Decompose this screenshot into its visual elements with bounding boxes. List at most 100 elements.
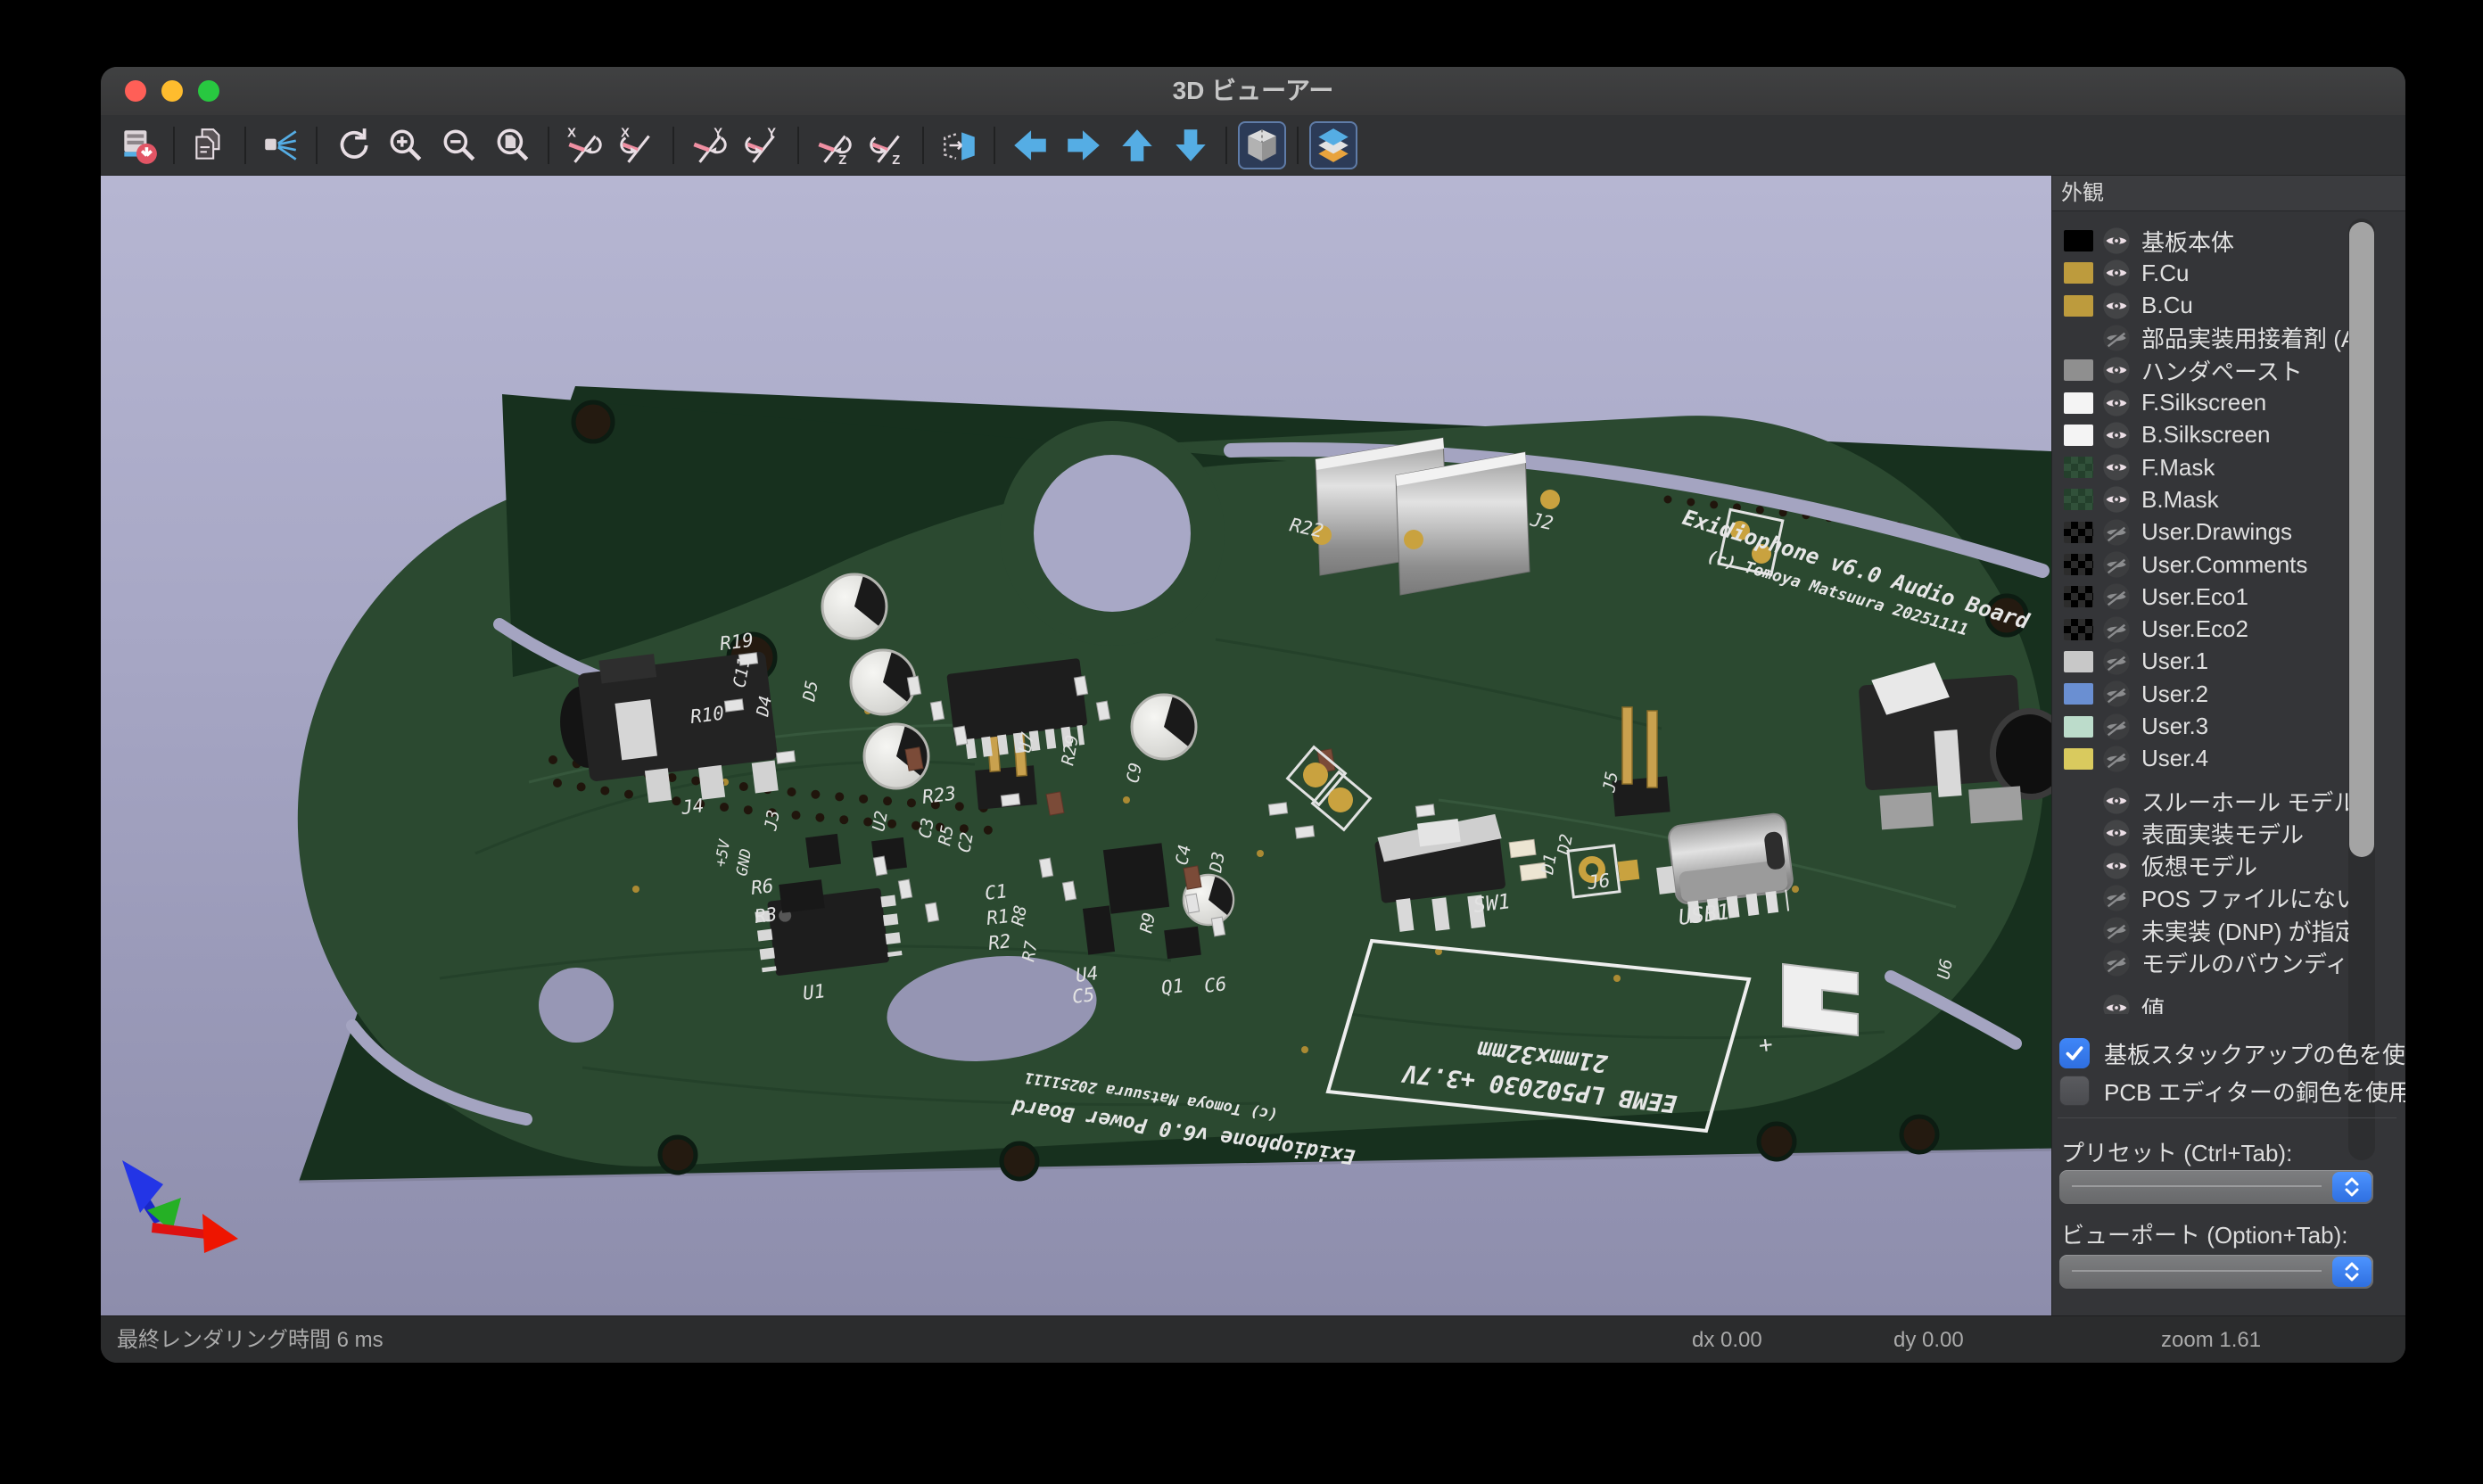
rotate-x-clockwise-button[interactable]: X xyxy=(562,123,606,168)
layer-label: 部品実装用接着剤 (Adhesive) xyxy=(2141,321,2354,354)
viewport-select[interactable] xyxy=(2059,1255,2373,1289)
silk-label-D5: D5 xyxy=(799,680,822,704)
title-bar[interactable]: 3D ビューアー xyxy=(101,67,2405,116)
visibility-off-icon[interactable] xyxy=(2102,647,2131,676)
visibility-off-icon[interactable] xyxy=(2102,582,2131,611)
layer-color-swatch[interactable] xyxy=(2064,716,2093,738)
visibility-off-icon[interactable] xyxy=(2102,550,2131,579)
visibility-off-icon[interactable] xyxy=(2102,324,2131,352)
visibility-off-icon[interactable] xyxy=(2102,949,2131,977)
visibility-on-icon[interactable] xyxy=(2102,421,2131,449)
layer-label: User.Eco2 xyxy=(2141,615,2248,643)
layer-label: 未実装 (DNP) が指定されたモデル xyxy=(2141,914,2354,947)
orthographic-projection-button[interactable] xyxy=(1240,123,1284,168)
main-content: Exidiophone v6.0 Audio Board (c) Tomoya … xyxy=(101,176,2405,1315)
layer-color-swatch[interactable] xyxy=(2064,295,2093,317)
silk-label-U2: U2 xyxy=(869,810,892,833)
zoom-out-button[interactable] xyxy=(437,123,482,168)
visibility-on-icon[interactable] xyxy=(2102,356,2131,384)
visibility-off-icon[interactable] xyxy=(2102,680,2131,708)
visibility-off-icon[interactable] xyxy=(2102,518,2131,547)
layer-label: B.Cu xyxy=(2141,292,2193,319)
layer-color-swatch[interactable] xyxy=(2064,554,2093,575)
checkbox-unchecked-icon[interactable] xyxy=(2059,1076,2090,1106)
silk-label-R10: R10 xyxy=(689,703,726,728)
rotate-y-clockwise-button[interactable]: Y xyxy=(687,123,731,168)
move-left-button[interactable] xyxy=(1008,123,1052,168)
visibility-off-icon[interactable] xyxy=(2102,916,2131,944)
layer-color-swatch[interactable] xyxy=(2064,651,2093,672)
checkbox-checked-icon[interactable] xyxy=(2059,1038,2090,1068)
visibility-on-icon[interactable] xyxy=(2102,389,2131,417)
swatch-spacer xyxy=(2064,822,2093,844)
appearance-layers-button[interactable] xyxy=(1311,123,1356,168)
silk-label-R1: R1 xyxy=(986,905,1011,929)
layer-color-swatch[interactable] xyxy=(2064,586,2093,607)
visibility-off-icon[interactable] xyxy=(2102,884,2131,912)
layer-label: 仮想モデル xyxy=(2141,849,2257,882)
silk-label-Q1: Q1 xyxy=(1160,975,1185,999)
combo-stepper-icon[interactable] xyxy=(2332,1257,2372,1287)
rotate-z-clockwise-button[interactable]: Z xyxy=(812,123,856,168)
combo-stepper-icon[interactable] xyxy=(2332,1172,2372,1202)
visibility-on-icon[interactable] xyxy=(2102,787,2131,815)
layer-label: F.Mask xyxy=(2141,454,2215,482)
move-up-button[interactable] xyxy=(1115,123,1159,168)
layer-color-swatch[interactable] xyxy=(2064,230,2093,251)
appearance-panel-title: 外観 xyxy=(2052,176,2405,211)
reload-board-button[interactable] xyxy=(116,123,161,168)
flip-board-button[interactable] xyxy=(936,123,981,168)
visibility-off-icon[interactable] xyxy=(2102,745,2131,773)
layer-label: User.3 xyxy=(2141,713,2208,740)
layer-color-swatch[interactable] xyxy=(2064,262,2093,284)
rotate-y-counterclockwise-button[interactable]: Y xyxy=(740,123,785,168)
layer-label: 表面実装モデル xyxy=(2141,817,2304,850)
visibility-on-icon[interactable] xyxy=(2102,485,2131,514)
scrollbar-thumb[interactable] xyxy=(2349,222,2374,857)
layer-color-swatch[interactable] xyxy=(2064,392,2093,414)
layer-color-swatch[interactable] xyxy=(2064,327,2093,349)
3d-viewport[interactable]: Exidiophone v6.0 Audio Board (c) Tomoya … xyxy=(101,176,2051,1315)
rotate-x-counterclockwise-icon: X xyxy=(617,125,658,166)
axis-gizmo xyxy=(122,1160,238,1253)
layer-color-swatch[interactable] xyxy=(2064,457,2093,478)
zoom-in-button[interactable] xyxy=(384,123,428,168)
toolbar-separator xyxy=(994,127,995,164)
preset-select[interactable] xyxy=(2059,1170,2373,1204)
visibility-on-icon[interactable] xyxy=(2102,993,2131,1014)
layer-color-swatch[interactable] xyxy=(2064,748,2093,770)
pcb-copper-colors-checkbox-row[interactable]: PCB エディターの銅色を使用 xyxy=(2059,1073,2398,1109)
render-current-view-button[interactable] xyxy=(259,123,303,168)
rotate-z-counterclockwise-button[interactable]: Z xyxy=(865,123,910,168)
visibility-on-icon[interactable] xyxy=(2102,227,2131,255)
layer-color-swatch[interactable] xyxy=(2064,683,2093,705)
move-down-button[interactable] xyxy=(1168,123,1213,168)
silk-label-R3: R3 xyxy=(754,903,779,928)
visibility-off-icon[interactable] xyxy=(2102,615,2131,644)
toolbar-separator xyxy=(173,127,175,164)
redraw-button[interactable] xyxy=(330,123,375,168)
visibility-on-icon[interactable] xyxy=(2102,292,2131,320)
visibility-on-icon[interactable] xyxy=(2102,819,2131,847)
rotate-x-counterclockwise-button[interactable]: X xyxy=(615,123,660,168)
window-title: 3D ビューアー xyxy=(101,67,2405,115)
layer-color-swatch[interactable] xyxy=(2064,489,2093,510)
silk-label-R7: R7 xyxy=(1019,939,1042,963)
visibility-off-icon[interactable] xyxy=(2102,713,2131,741)
visibility-on-icon[interactable] xyxy=(2102,259,2131,287)
swatch-spacer xyxy=(2064,887,2093,909)
toolbar-separator xyxy=(244,127,246,164)
copy-image-button[interactable] xyxy=(187,123,232,168)
layer-color-swatch[interactable] xyxy=(2064,619,2093,640)
layer-color-swatch[interactable] xyxy=(2064,522,2093,543)
visibility-on-icon[interactable] xyxy=(2102,453,2131,482)
move-right-button[interactable] xyxy=(1061,123,1106,168)
zoom-to-fit-button[interactable] xyxy=(491,123,535,168)
board-cutout-circle xyxy=(1034,455,1191,612)
stackup-colors-checkbox-row[interactable]: 基板スタックアップの色を使用 xyxy=(2059,1035,2398,1071)
x-axis-arrow xyxy=(152,1223,206,1239)
visibility-on-icon[interactable] xyxy=(2102,852,2131,880)
layer-color-swatch[interactable] xyxy=(2064,359,2093,381)
silk-label-SW1: SW1 xyxy=(1472,890,1512,918)
layer-color-swatch[interactable] xyxy=(2064,425,2093,446)
